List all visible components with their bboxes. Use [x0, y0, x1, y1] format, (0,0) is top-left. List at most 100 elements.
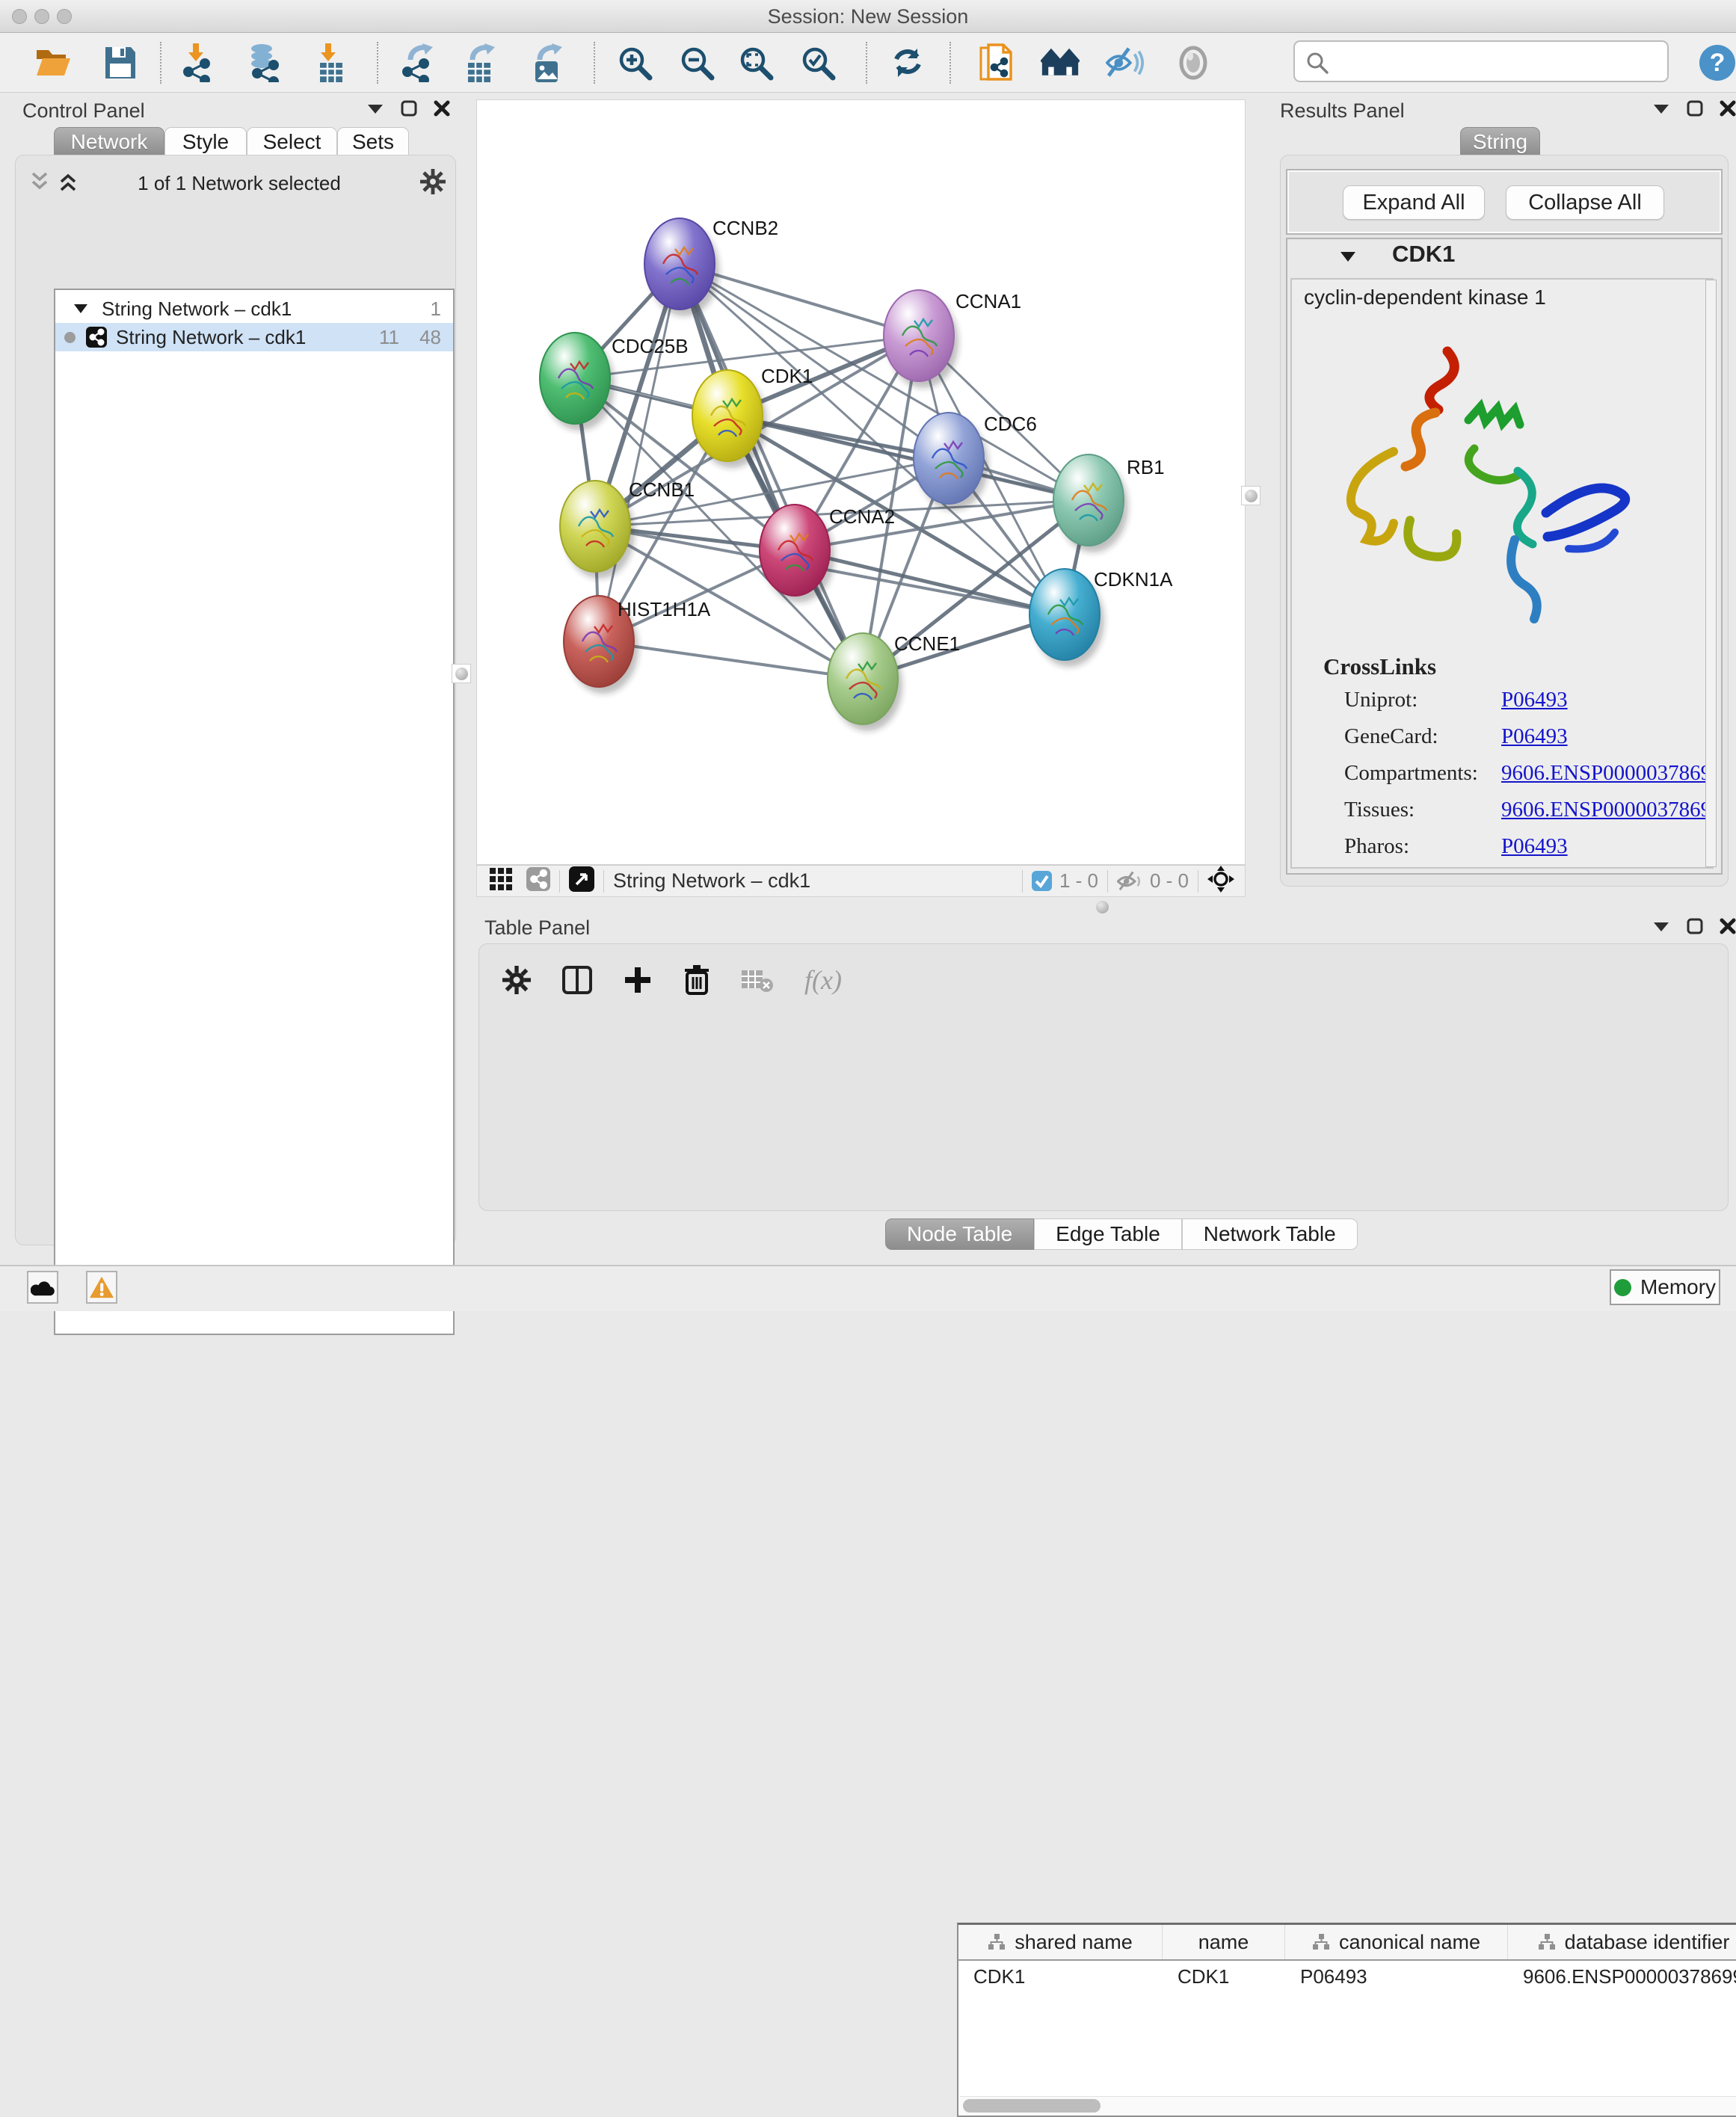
graph-edge[interactable]	[599, 264, 680, 641]
grid-view-button[interactable]	[489, 867, 513, 895]
add-column-button[interactable]	[624, 966, 652, 994]
title-bar: Session: New Session	[0, 0, 1736, 33]
zoom-out-button[interactable]	[677, 43, 716, 82]
network-row[interactable]: String Network – cdk1 11 48	[55, 323, 453, 351]
network-row-label: String Network – cdk1	[116, 326, 306, 349]
graph-node[interactable]: CDK1	[692, 365, 813, 468]
table-gear-button[interactable]	[502, 966, 531, 994]
scrollbar-thumb[interactable]	[963, 2099, 1101, 2113]
crosslink-link[interactable]: P06493	[1501, 834, 1568, 859]
eye-slash-icon	[1106, 45, 1145, 81]
hidden-eye-icon[interactable]	[1117, 870, 1142, 893]
section-expander-icon[interactable]	[1340, 251, 1356, 262]
panel-menu-icon[interactable]	[1652, 102, 1670, 114]
select-columns-button[interactable]	[562, 966, 592, 994]
close-panel-icon[interactable]	[1720, 100, 1736, 117]
tab-string[interactable]: String	[1460, 127, 1540, 155]
memory-button[interactable]: Memory	[1610, 1269, 1720, 1305]
network-canvas[interactable]: CCNB2 CCNA1 CDC25BCDK1 CDC6RB1 CCNB1 CCNA2 CDK…	[476, 99, 1246, 865]
column-header[interactable]: canonical name	[1285, 1925, 1508, 1959]
table-horizontal-scrollbar[interactable]	[960, 2096, 1736, 2114]
delete-column-button[interactable]	[683, 965, 710, 995]
tab-node-table[interactable]: Node Table	[885, 1218, 1034, 1250]
export-network-button[interactable]	[399, 43, 438, 82]
table-cell[interactable]: CDK1	[958, 1965, 1163, 1988]
column-header[interactable]: database identifier	[1508, 1925, 1736, 1959]
cloud-button[interactable]	[27, 1271, 58, 1304]
table-row[interactable]: CDK1CDK1P064939606.ENSP00000378699cyclin…	[958, 1961, 1736, 1992]
delete-table-button[interactable]	[742, 967, 773, 993]
collapse-all-networks-button[interactable]	[28, 170, 51, 197]
close-panel-icon[interactable]	[1720, 918, 1736, 934]
float-panel-icon[interactable]	[1687, 100, 1703, 117]
birdseye-view-button[interactable]	[569, 866, 594, 896]
tab-network[interactable]: Network	[54, 127, 164, 155]
column-header[interactable]: name	[1163, 1925, 1285, 1959]
graph-node[interactable]: CCNB2	[644, 217, 778, 316]
graph-node[interactable]: CDC6	[914, 413, 1037, 511]
network-selection-status: 1 of 1 Network selected	[90, 172, 389, 195]
show-all-button[interactable]	[1174, 43, 1213, 82]
tab-edge-table[interactable]: Edge Table	[1034, 1218, 1182, 1250]
table-cell[interactable]: 9606.ENSP00000378699	[1508, 1965, 1736, 1988]
import-network-file-button[interactable]	[177, 43, 216, 82]
network-share-view-button[interactable]	[526, 867, 550, 895]
expand-all-button[interactable]: Expand All	[1343, 185, 1485, 220]
tab-network-table[interactable]: Network Table	[1182, 1218, 1358, 1250]
right-splitter-handle[interactable]	[1241, 486, 1261, 505]
expand-all-networks-button[interactable]	[57, 170, 79, 197]
column-header-label: canonical name	[1339, 1931, 1480, 1954]
show-graphics-details-button[interactable]	[1041, 43, 1080, 82]
warning-button[interactable]	[86, 1271, 117, 1304]
table-cell[interactable]: CDK1	[1163, 1965, 1285, 1988]
crosslink-link[interactable]: P06493	[1501, 724, 1568, 749]
float-panel-icon[interactable]	[401, 100, 417, 117]
help-button[interactable]: ?	[1698, 43, 1736, 82]
selected-checkbox-icon[interactable]	[1032, 871, 1052, 891]
import-network-database-button[interactable]	[244, 43, 283, 82]
graph-node[interactable]: CCNA2	[760, 505, 895, 603]
results-scrollbar[interactable]	[1705, 280, 1717, 867]
network-options-button[interactable]	[420, 169, 446, 198]
zoom-in-button[interactable]	[615, 43, 654, 82]
graph-node[interactable]: HIST1H1A	[564, 596, 711, 694]
panel-menu-icon[interactable]	[366, 102, 384, 114]
graph-node[interactable]: CDKN1A	[1029, 568, 1173, 667]
column-type-icon	[1312, 1934, 1330, 1950]
tree-expander-icon[interactable]	[73, 303, 88, 314]
graph-node[interactable]: RB1	[1053, 454, 1165, 552]
tab-style[interactable]: Style	[164, 127, 247, 155]
panel-menu-icon[interactable]	[1652, 920, 1670, 932]
close-panel-icon[interactable]	[434, 100, 450, 117]
search-input[interactable]	[1337, 45, 1658, 78]
refresh-view-button[interactable]	[888, 43, 927, 82]
import-table-file-button[interactable]	[312, 43, 351, 82]
export-image-button[interactable]	[529, 43, 567, 82]
graph-node[interactable]: CCNB1	[560, 478, 695, 579]
graph-node[interactable]: CDC25B	[540, 333, 689, 431]
column-type-icon	[988, 1934, 1006, 1950]
tab-select[interactable]: Select	[247, 127, 337, 155]
save-session-button[interactable]	[101, 43, 140, 82]
table-cell[interactable]: P06493	[1285, 1965, 1508, 1988]
graph-node[interactable]: CCNA1	[884, 290, 1021, 388]
zoom-fit-button[interactable]	[736, 43, 775, 82]
column-header[interactable]: shared name	[958, 1925, 1163, 1959]
graph-node[interactable]: CCNE1	[828, 632, 960, 731]
export-table-button[interactable]	[461, 43, 500, 82]
collapse-all-button[interactable]: Collapse All	[1506, 185, 1664, 220]
download-arrow-icon	[188, 43, 203, 61]
tab-sets[interactable]: Sets	[337, 127, 409, 155]
float-panel-icon[interactable]	[1687, 918, 1703, 934]
network-collection-row[interactable]: String Network – cdk1 1	[55, 295, 453, 323]
function-builder-button[interactable]: f(x)	[804, 964, 842, 996]
zoom-selected-button[interactable]	[798, 43, 837, 82]
open-session-button[interactable]	[34, 43, 73, 82]
hide-selected-button[interactable]	[1106, 43, 1145, 82]
crosslink-link[interactable]: 9606.ENSP00000378699	[1501, 761, 1714, 786]
crosslink-link[interactable]: 9606.ENSP00000378699	[1501, 798, 1714, 822]
fit-content-button[interactable]	[1207, 866, 1234, 896]
crosslink-link[interactable]: P06493	[1501, 688, 1568, 712]
open-network-document-button[interactable]	[978, 43, 1017, 82]
left-splitter-handle[interactable]	[452, 664, 471, 683]
